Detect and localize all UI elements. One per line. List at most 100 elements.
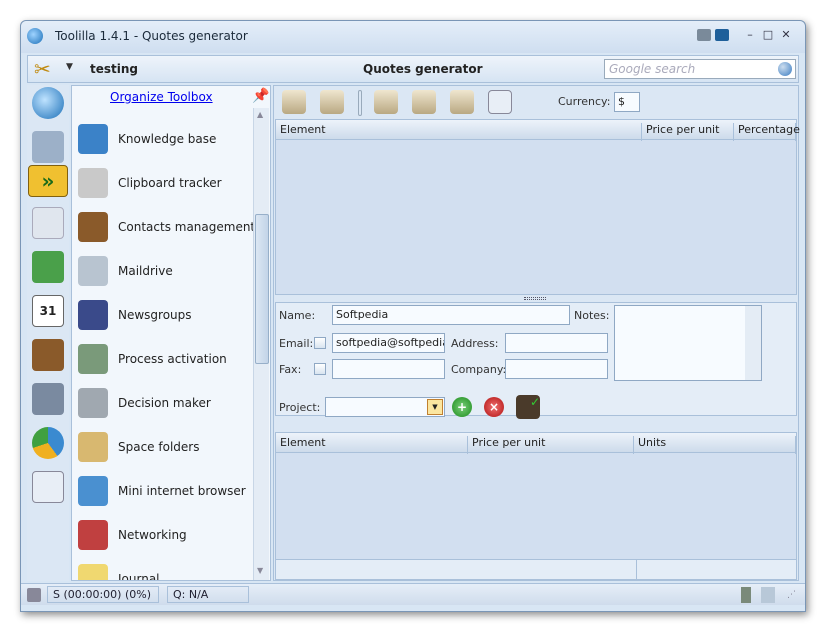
- toolbox-item-label: Knowledge base: [118, 132, 217, 146]
- notes-scrollbar[interactable]: [745, 306, 761, 380]
- app-window: Toolilla 1.4.1 - Quotes generator – □ ✕ …: [20, 20, 806, 612]
- currency-input[interactable]: $: [614, 92, 640, 112]
- monitor-icon[interactable]: [697, 29, 711, 41]
- tools-icon[interactable]: ✂: [34, 57, 51, 81]
- currency-label: Currency:: [558, 95, 611, 108]
- column-price-per-unit[interactable]: Price per unit: [642, 123, 734, 141]
- money-icon[interactable]: [32, 251, 64, 283]
- book-icon: [78, 124, 108, 154]
- speaker-icon[interactable]: [27, 588, 41, 602]
- column-element[interactable]: Element: [276, 436, 468, 454]
- scroll-up-icon[interactable]: ▲: [257, 110, 263, 119]
- toolbox-item[interactable]: Knowledge base: [76, 120, 252, 160]
- notes-textarea[interactable]: [614, 305, 762, 381]
- toolbox-item-label: Space folders: [118, 440, 200, 454]
- column-price-per-unit[interactable]: Price per unit: [468, 436, 634, 454]
- gears-icon: [78, 344, 108, 374]
- toolbox-item[interactable]: Clipboard tracker: [76, 164, 252, 204]
- toolbox-item[interactable]: Newsgroups: [76, 296, 252, 336]
- toolbox-item[interactable]: Networking: [76, 516, 252, 556]
- pin-icon[interactable]: 📌: [252, 88, 269, 104]
- maximize-button[interactable]: □: [761, 29, 775, 41]
- fax-checkbox[interactable]: [314, 363, 326, 375]
- project-select[interactable]: ▼: [325, 397, 445, 417]
- toolbox-item[interactable]: Space folders: [76, 428, 252, 468]
- timer-status: S (00:00:00) (0%): [47, 586, 159, 603]
- calendar-icon[interactable]: 31: [32, 295, 64, 327]
- search-computer-icon[interactable]: [32, 131, 64, 163]
- profile-name[interactable]: testing: [90, 62, 138, 76]
- module-sidebar: » 31: [27, 85, 69, 581]
- toolbox-list: Knowledge base Clipboard tracker Contacts …: [72, 108, 253, 580]
- person-icon: [78, 300, 108, 330]
- lower-grid-footer: [276, 559, 796, 579]
- toolbox-item-label: Clipboard tracker: [118, 176, 222, 190]
- upper-grid: Element Price per unit Percentage: [275, 119, 800, 295]
- project-label: Project:: [279, 401, 321, 414]
- lower-grid-header: Element Price per unit Units: [276, 433, 796, 454]
- journal-icon: [78, 564, 108, 580]
- toolilla-logo-icon[interactable]: [32, 87, 64, 119]
- search-document-icon[interactable]: [32, 471, 64, 503]
- save-quote-icon[interactable]: [450, 90, 474, 114]
- add-project-button[interactable]: +: [452, 397, 472, 417]
- search-placeholder: Google search: [609, 62, 696, 76]
- settings-quote-icon[interactable]: [374, 90, 398, 114]
- toolbox-item-label: Networking: [118, 528, 187, 542]
- globe-search-icon[interactable]: [778, 62, 792, 76]
- browser-icon: [78, 476, 108, 506]
- toolbox-item[interactable]: Contacts management: [76, 208, 253, 248]
- scroll-down-icon[interactable]: ▼: [257, 566, 263, 575]
- column-percentage[interactable]: Percentage: [734, 123, 800, 141]
- google-search-input[interactable]: Google search: [604, 59, 796, 79]
- column-element[interactable]: Element: [276, 123, 642, 141]
- toolbox-item[interactable]: Maildrive: [76, 252, 252, 292]
- toolbox-panel: Organize Toolbox 📌 Knowledge base Clipboa…: [71, 85, 271, 581]
- delete-quote-icon[interactable]: [320, 90, 344, 114]
- pie-chart-icon[interactable]: [32, 427, 64, 459]
- chevron-down-icon[interactable]: ▼: [66, 62, 73, 72]
- resize-grip-icon[interactable]: ⋰: [787, 590, 796, 600]
- splitter-handle[interactable]: [524, 297, 546, 300]
- address-input[interactable]: [505, 333, 608, 353]
- email-label: Email:: [279, 337, 314, 350]
- title-bar: Toolilla 1.4.1 - Quotes generator – □ ✕: [21, 21, 805, 53]
- toolbox-item[interactable]: Decision maker: [76, 384, 252, 424]
- toolbox-item[interactable]: Mini internet browser: [76, 472, 252, 512]
- remove-project-button[interactable]: ×: [484, 397, 504, 417]
- toolbox-item[interactable]: Journal: [76, 560, 252, 580]
- minimize-button[interactable]: –: [743, 29, 757, 41]
- email-input[interactable]: softpedia@softpedia.c: [332, 333, 445, 353]
- toolbox-item[interactable]: Process activation: [76, 340, 252, 380]
- fax-input[interactable]: [332, 359, 445, 379]
- preview-quote-icon[interactable]: [488, 90, 512, 114]
- toolbox-scrollbar[interactable]: ▲ ▼: [253, 108, 269, 580]
- status-bar: S (00:00:00) (0%) Q: N/A ⋰: [21, 583, 805, 605]
- search-status-icon[interactable]: [761, 587, 775, 603]
- quotes-panel: Currency: $ Element Price per unit Perce…: [273, 85, 800, 581]
- fast-forward-icon[interactable]: »: [28, 165, 68, 197]
- name-input[interactable]: Softpedia: [332, 305, 570, 325]
- contacts-icon[interactable]: [32, 339, 64, 371]
- clipboard-icon: [78, 168, 108, 198]
- refresh-quote-icon[interactable]: [412, 90, 436, 114]
- name-label: Name:: [279, 309, 316, 322]
- organize-toolbox-link[interactable]: Organize Toolbox: [110, 90, 213, 104]
- upper-grid-header: Element Price per unit Percentage: [276, 120, 800, 141]
- dropdown-arrow-icon[interactable]: ▼: [427, 399, 443, 415]
- assign-contacts-button[interactable]: ✓: [516, 395, 540, 419]
- company-label: Company:: [451, 363, 507, 376]
- network-computer-icon[interactable]: [32, 383, 64, 415]
- queue-status: Q: N/A: [167, 586, 249, 603]
- screen-icon[interactable]: [715, 29, 729, 41]
- mail-icon[interactable]: [32, 207, 64, 239]
- clipboard-status-icon[interactable]: [741, 587, 751, 603]
- scroll-thumb[interactable]: [255, 214, 269, 364]
- company-input[interactable]: [505, 359, 608, 379]
- notes-label: Notes:: [574, 309, 610, 322]
- close-button[interactable]: ✕: [779, 29, 793, 41]
- window-title: Toolilla 1.4.1 - Quotes generator: [55, 29, 248, 43]
- column-units[interactable]: Units: [634, 436, 796, 454]
- email-checkbox[interactable]: [314, 337, 326, 349]
- add-quote-icon[interactable]: [282, 90, 306, 114]
